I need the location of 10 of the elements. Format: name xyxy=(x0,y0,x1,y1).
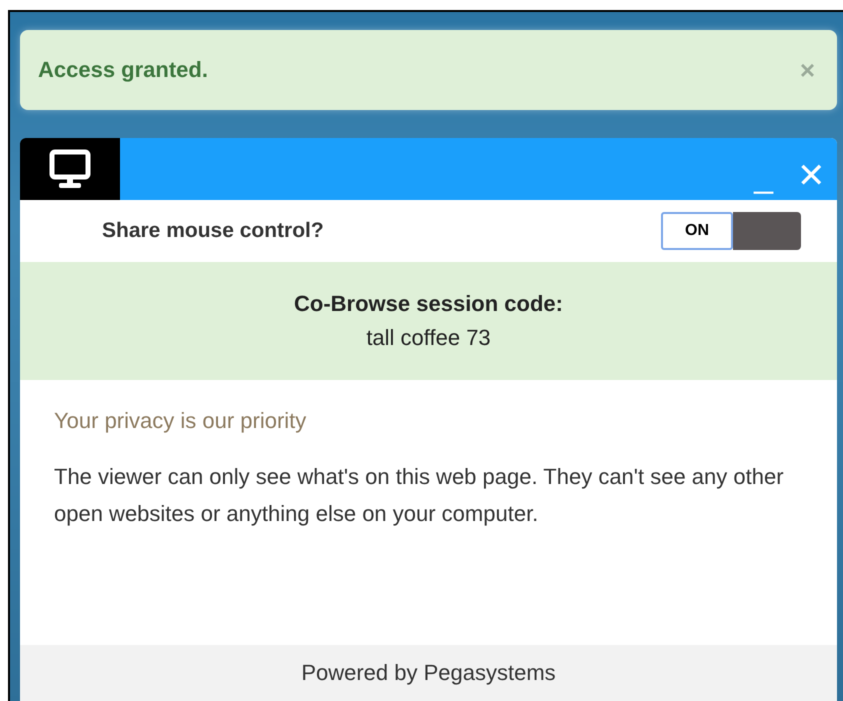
privacy-text: The viewer can only see what's on this web page. They can't see any other open websites or anything else on your computer. xyxy=(54,463,784,528)
share-control-label: Share mouse control? xyxy=(102,219,324,243)
privacy-heading: Your privacy is our priority xyxy=(54,408,308,434)
session-code: tall coffee 73 xyxy=(366,325,491,351)
close-button[interactable]: ✕ xyxy=(785,152,837,200)
close-button[interactable]: × xyxy=(800,54,815,86)
session-title: Co-Browse session code: xyxy=(294,291,563,317)
alert-message: Access granted. xyxy=(38,57,208,83)
footer-text: Powered by Pegasystems xyxy=(20,645,837,701)
minimize-button[interactable]: _ xyxy=(742,152,785,200)
